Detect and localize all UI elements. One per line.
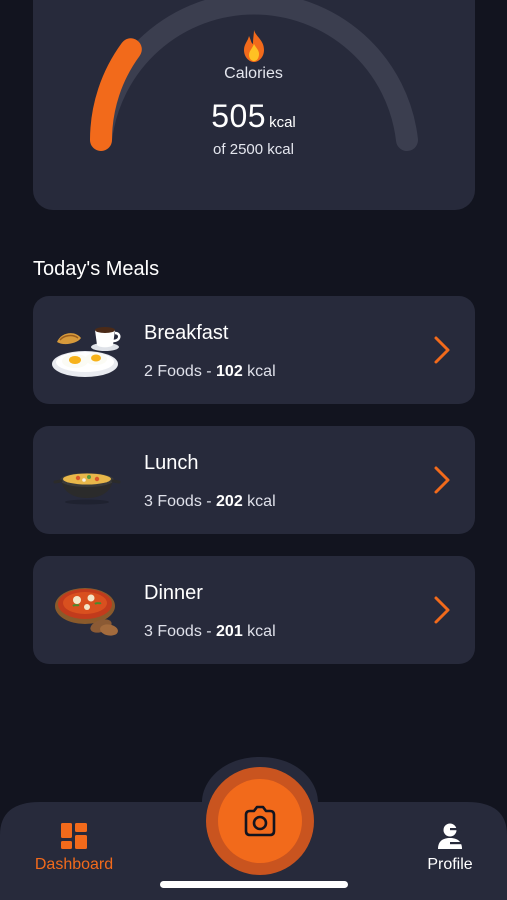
meal-food-count: 3 Foods -: [144, 493, 217, 510]
camera-button[interactable]: [206, 767, 314, 875]
meal-kcal-unit: kcal: [242, 363, 276, 380]
calories-value-row: 505 kcal: [0, 98, 507, 135]
meal-name: Dinner: [144, 582, 203, 604]
nav-dashboard-label: Dashboard: [34, 856, 114, 873]
meal-food-count: 2 Foods -: [144, 363, 217, 380]
home-indicator: [160, 881, 348, 888]
lunch-pan-icon: [53, 473, 121, 505]
meal-card-breakfast[interactable]: Breakfast 2 Foods - 102 kcal: [33, 296, 475, 404]
meal-summary: 3 Foods - 202 kcal: [144, 493, 276, 511]
meal-kcal-value: 102: [216, 363, 243, 380]
meal-summary: 2 Foods - 102 kcal: [144, 363, 276, 381]
fire-icon: [238, 28, 270, 64]
calories-label: Calories: [224, 65, 283, 82]
chevron-right-icon: [434, 466, 450, 494]
nav-profile-label: Profile: [427, 856, 473, 873]
app-screen: Calories 505 kcal of 2500 kcal Today's Me…: [0, 0, 507, 900]
meal-kcal-value: 201: [216, 623, 243, 640]
calories-goal: of 2500 kcal: [213, 141, 294, 158]
dashboard-icon: [61, 823, 87, 849]
breakfast-plate-icon: [52, 327, 121, 377]
chevron-right-icon: [434, 596, 450, 624]
calories-unit: kcal: [269, 114, 296, 131]
meal-kcal-unit: kcal: [242, 623, 276, 640]
nav-profile[interactable]: Profile: [410, 822, 490, 874]
chevron-right-icon: [434, 336, 450, 364]
meal-summary: 3 Foods - 201 kcal: [144, 623, 276, 641]
camera-icon: [244, 805, 276, 837]
meal-name: Breakfast: [144, 322, 229, 344]
meal-food-count: 3 Foods -: [144, 623, 217, 640]
dinner-bowl-icon: [55, 588, 118, 636]
profile-icon: [438, 823, 462, 849]
meal-kcal-value: 202: [216, 493, 243, 510]
meal-card-lunch[interactable]: Lunch 3 Foods - 202 kcal: [33, 426, 475, 534]
meal-card-dinner[interactable]: Dinner 3 Foods - 201 kcal: [33, 556, 475, 664]
meals-section-title: Today's Meals: [33, 258, 160, 280]
nav-dashboard[interactable]: Dashboard: [26, 822, 122, 874]
calories-consumed-value: 505: [211, 98, 267, 134]
meal-name: Lunch: [144, 452, 199, 474]
camera-button-inner: [218, 779, 302, 863]
meal-kcal-unit: kcal: [242, 493, 276, 510]
